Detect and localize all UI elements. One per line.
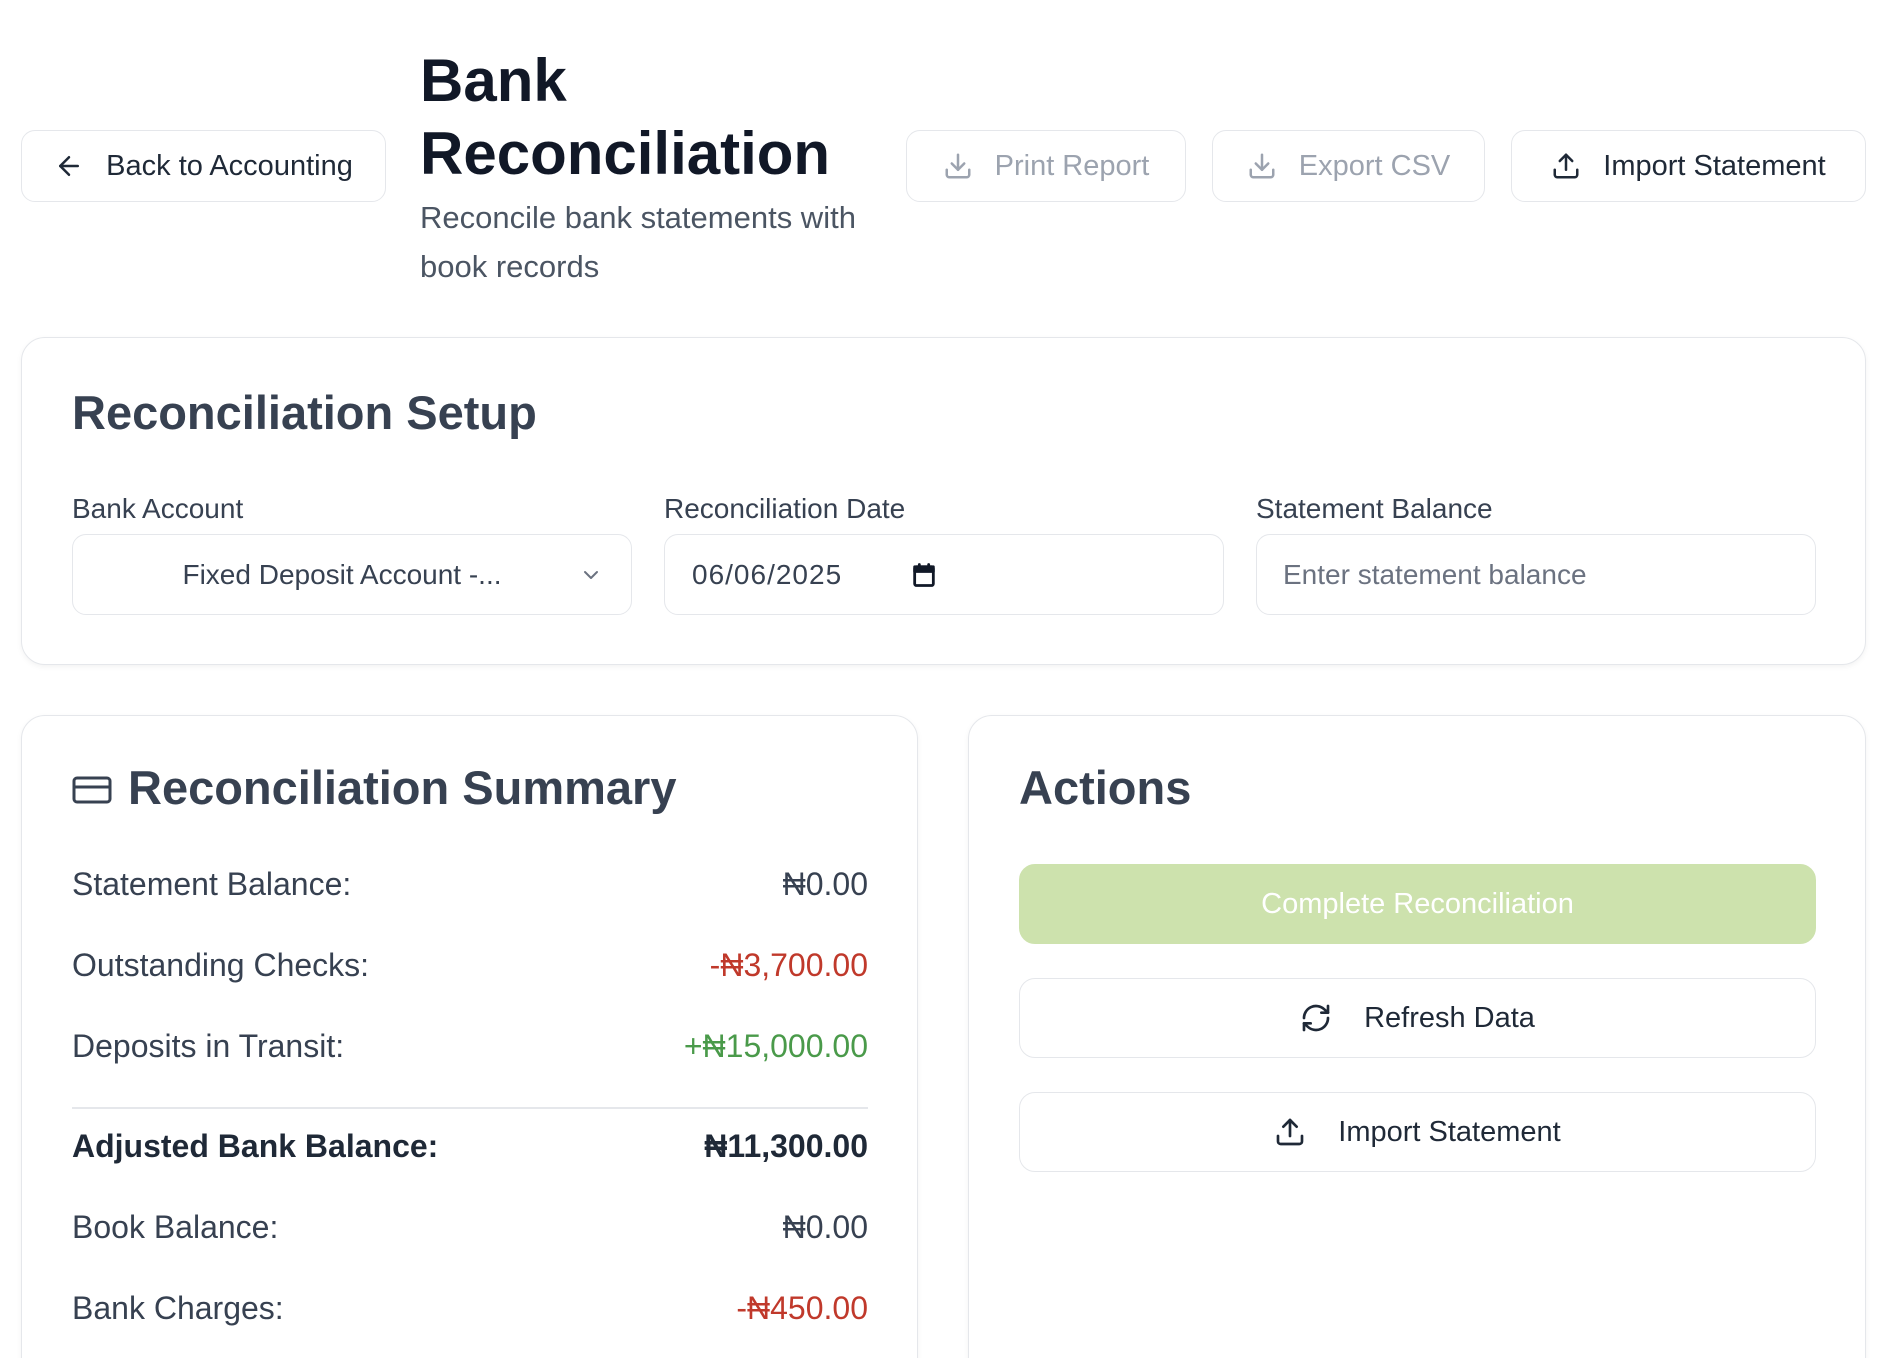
actions-title: Actions: [1019, 761, 1192, 814]
download-icon: [1249, 153, 1275, 179]
row-value: -₦450.00: [736, 1290, 868, 1326]
actions-card: Actions Complete Reconciliation Refresh …: [968, 715, 1866, 1358]
import-statement-header-button[interactable]: Import Statement: [1511, 130, 1866, 202]
row-value: ₦0.00: [782, 1209, 868, 1245]
bank-account-label: Bank Account: [72, 493, 244, 524]
page-subtitle: Reconcile bank statements with book reco…: [420, 200, 856, 284]
print-report-label: Print Report: [994, 149, 1150, 182]
page-title: Bank Reconciliation: [420, 47, 831, 187]
reconciliation-date-value: 06/06/2025: [692, 558, 843, 590]
back-to-accounting-button[interactable]: Back to Accounting: [21, 130, 386, 202]
export-csv-button[interactable]: Export CSV: [1212, 130, 1485, 202]
statement-balance-placeholder: Enter statement balance: [1283, 558, 1587, 590]
bank-account-value: Fixed Deposit Account -...: [182, 558, 502, 590]
print-report-button[interactable]: Print Report: [906, 130, 1186, 202]
import-statement-label: Import Statement: [1338, 1115, 1561, 1148]
reconciliation-summary-card: Reconciliation Summary Statement Balance…: [21, 715, 918, 1358]
summary-row-deposits-in-transit: Deposits in Transit: +₦15,000.00: [72, 1028, 868, 1065]
refresh-data-button[interactable]: Refresh Data: [1019, 978, 1816, 1058]
export-csv-label: Export CSV: [1298, 149, 1451, 182]
credit-card-icon: [72, 776, 112, 804]
back-to-accounting-label: Back to Accounting: [106, 149, 353, 182]
row-label: Adjusted Bank Balance:: [72, 1128, 439, 1164]
row-label: Outstanding Checks:: [72, 947, 370, 983]
row-label: Bank Charges:: [72, 1290, 284, 1326]
row-label: Statement Balance:: [72, 866, 352, 902]
download-icon: [945, 153, 971, 179]
import-statement-label: Import Statement: [1603, 149, 1826, 182]
arrow-left-icon: [59, 156, 80, 176]
reconciliation-date-input[interactable]: 06/06/2025: [664, 534, 1224, 615]
reconciliation-setup-card: Reconciliation Setup Bank Account Fixed …: [21, 337, 1866, 665]
refresh-icon: [1302, 1004, 1330, 1032]
summary-divider: [72, 1107, 868, 1109]
upload-icon: [1276, 1118, 1304, 1146]
page: Back to Accounting Bank Reconciliation R…: [0, 0, 1886, 1358]
row-value: +₦15,000.00: [683, 1028, 868, 1064]
complete-reconciliation-button[interactable]: Complete Reconciliation: [1019, 864, 1816, 944]
reconciliation-date-label: Reconciliation Date: [664, 493, 906, 524]
chevron-down-icon: [584, 571, 598, 579]
summary-row-adjusted-bank-balance: Adjusted Bank Balance: ₦11,300.00: [72, 1128, 868, 1165]
complete-reconciliation-label: Complete Reconciliation: [1261, 887, 1574, 920]
statement-balance-label: Statement Balance: [1256, 493, 1493, 524]
row-label: Deposits in Transit:: [72, 1028, 345, 1064]
summary-row-bank-charges: Bank Charges: -₦450.00: [72, 1290, 868, 1327]
calendar-icon[interactable]: [910, 561, 938, 589]
upload-icon: [1553, 153, 1579, 179]
statement-balance-input[interactable]: Enter statement balance: [1256, 534, 1816, 615]
row-value: ₦11,300.00: [704, 1128, 868, 1164]
summary-row-outstanding-checks: Outstanding Checks: -₦3,700.00: [72, 947, 868, 984]
summary-row-statement-balance: Statement Balance: ₦0.00: [72, 866, 868, 903]
setup-title: Reconciliation Setup: [72, 386, 537, 439]
bank-account-select[interactable]: Fixed Deposit Account -...: [72, 534, 632, 615]
import-statement-button[interactable]: Import Statement: [1019, 1092, 1816, 1172]
refresh-data-label: Refresh Data: [1364, 1001, 1535, 1034]
row-value: ₦0.00: [782, 866, 868, 902]
row-label: Book Balance:: [72, 1209, 279, 1245]
row-value: -₦3,700.00: [709, 947, 868, 983]
summary-title: Reconciliation Summary: [128, 761, 677, 814]
summary-row-book-balance: Book Balance: ₦0.00: [72, 1209, 868, 1246]
